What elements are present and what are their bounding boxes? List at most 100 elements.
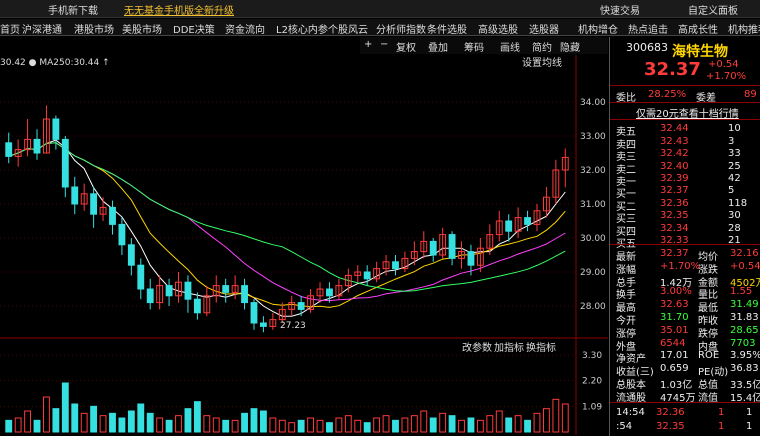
menu-item[interactable]: 美股市场 — [122, 21, 162, 36]
menu-item[interactable]: 高成长性 — [678, 21, 718, 36]
menu-item[interactable]: L2核心内参 — [276, 21, 328, 36]
quote-row: 买五32.3321 — [616, 235, 760, 250]
ma-line — [8, 142, 566, 292]
stat-value: 17.01 — [660, 350, 689, 362]
quick-trade-button[interactable]: 快速交易 — [600, 2, 640, 17]
level2-notice-link[interactable]: 仅需20元查看十档行情 — [636, 105, 739, 120]
stat-value: 31.70 — [660, 312, 689, 323]
quote-row: 涨停 35.01 跌停 28.65 — [616, 325, 760, 340]
custom-panel-button[interactable]: 自定义面板 — [688, 2, 738, 17]
volume-bar — [278, 419, 286, 433]
tick-count: 1 — [746, 421, 753, 432]
promo-link[interactable]: 无无基金手机版全新升级 — [124, 2, 234, 17]
price-tick-label: 32.00 — [580, 166, 606, 176]
sell-price: 32.40 — [660, 160, 689, 172]
ma-settings-link[interactable]: 设置均线 — [522, 56, 562, 69]
volume-bar — [241, 412, 248, 433]
stat-value: 3.00% — [660, 286, 692, 298]
volume-tool[interactable]: 加指标 — [494, 341, 524, 354]
menu-item[interactable]: 首页 — [0, 21, 20, 36]
volume-bar — [175, 415, 182, 433]
quote-row: 卖二 32.40 25 — [616, 160, 760, 176]
draw-line-button[interactable]: 画线 — [500, 39, 520, 54]
candle-body — [165, 285, 173, 297]
volume-bar — [458, 419, 465, 433]
candle-body — [392, 261, 399, 270]
menu-item[interactable]: 机构推荐 — [728, 21, 760, 36]
menu-item[interactable]: 高级选股 — [478, 21, 518, 36]
candle-body — [137, 264, 145, 290]
chips-button[interactable]: 筹码 — [464, 39, 484, 54]
volume-bar — [212, 417, 220, 433]
menu-item[interactable]: 沪深港通 — [22, 21, 62, 36]
menu-item[interactable]: 分析师指数 — [376, 21, 426, 36]
quote-row: 买一 32.37 5 — [616, 185, 760, 200]
stat-value: 0.659 — [660, 363, 689, 375]
kline-chart[interactable]: 34.00 33.00 32.00 31.00 30.00 29.00 28.00 3.30 2… — [0, 55, 608, 435]
menu-bar: 首页 沪深港通 港股市场 美股市场 DDE决策 资金流向 L2核心内参 个股风云… — [0, 19, 760, 36]
stock-change: +0.54 — [708, 59, 739, 70]
menu-item[interactable]: 热点追击 — [628, 21, 668, 36]
tick-price: 32.36 — [656, 407, 685, 418]
volume-bar — [99, 415, 107, 433]
volume-bar — [156, 417, 164, 433]
volume-bar — [118, 417, 126, 433]
tick-count: 1 — [746, 407, 753, 418]
simple-button[interactable]: 简约 — [532, 39, 552, 54]
phone-download-link[interactable]: 手机新下载 — [48, 2, 98, 17]
menu-item[interactable]: 港股市场 — [74, 21, 114, 36]
stock-code: 300683 — [626, 41, 668, 54]
tick-price: 32.35 — [656, 421, 685, 432]
price-tick-label: 29.00 — [580, 268, 606, 278]
zoom-out-button[interactable]: − — [380, 39, 388, 50]
menu-item[interactable]: 个股风云 — [328, 21, 368, 36]
menu-item[interactable]: 机构增仓 — [578, 21, 618, 36]
volume-bar — [382, 415, 390, 433]
volume-bar — [259, 410, 267, 433]
quote-panel: 300683 海特生物 32.37 +0.54 +1.70% 委比 28.25%… — [609, 37, 760, 436]
volume-bar — [429, 417, 437, 433]
volume-bar — [222, 419, 230, 433]
quote-row: 14:54 32.36 1 1 — [616, 407, 760, 419]
adjust-button[interactable]: 复权 — [396, 39, 416, 54]
quote-row: 总手1.42万金额4502万 — [616, 274, 760, 289]
ma-line — [8, 142, 566, 302]
quote-row: 外盘 6544 内盘 7703 — [616, 338, 760, 353]
price-tick-label: 31.00 — [580, 200, 606, 210]
sell-price: 32.44 — [660, 123, 689, 134]
menu-item[interactable]: 条件选股 — [427, 21, 467, 36]
quote-row: 今开 31.70 昨收 31.83 — [616, 312, 760, 327]
candle-body — [5, 142, 13, 157]
candle-body — [90, 193, 98, 215]
stat-value: +1.70% — [660, 260, 701, 272]
candle-body — [241, 285, 248, 304]
hide-button[interactable]: 隐藏 — [560, 39, 580, 54]
menu-item[interactable]: 资金流向 — [225, 21, 265, 36]
menu-item[interactable]: 选股器 — [529, 21, 559, 36]
candle-body — [297, 302, 305, 310]
candle-body — [467, 251, 475, 266]
volume-tool[interactable]: 换指标 — [526, 341, 556, 354]
quote-row: 涨幅 +1.70% 涨跌 +0.54 — [616, 260, 760, 276]
volume-bar — [373, 417, 381, 433]
stat-value: 31.49 — [730, 299, 759, 311]
price-tick-label: 34.00 — [580, 98, 606, 108]
quote-row: 卖三 32.42 33 — [616, 148, 760, 163]
quote-row: 最新 32.37 均价 32.16 — [616, 248, 760, 263]
tick-volume: 1 — [718, 421, 725, 432]
menu-item[interactable]: DDE决策 — [173, 21, 215, 36]
stat-value: 32.63 — [660, 299, 689, 311]
volume-bar — [401, 417, 409, 433]
volume-bar — [307, 417, 315, 433]
sell-volume: 10 — [728, 123, 741, 134]
wei-ratio: 28.25% — [648, 89, 687, 100]
zoom-in-button[interactable]: + — [364, 39, 372, 50]
quote-row: 卖五 32.44 10 — [616, 123, 760, 138]
sell-volume: 3 — [728, 135, 735, 147]
volume-bar — [467, 417, 475, 433]
volume-bar — [495, 410, 503, 433]
volume-tool[interactable]: 改参数 — [462, 341, 492, 354]
candle-body — [71, 186, 79, 205]
overlay-button[interactable]: 叠加 — [428, 39, 448, 54]
candle-body — [146, 288, 154, 304]
